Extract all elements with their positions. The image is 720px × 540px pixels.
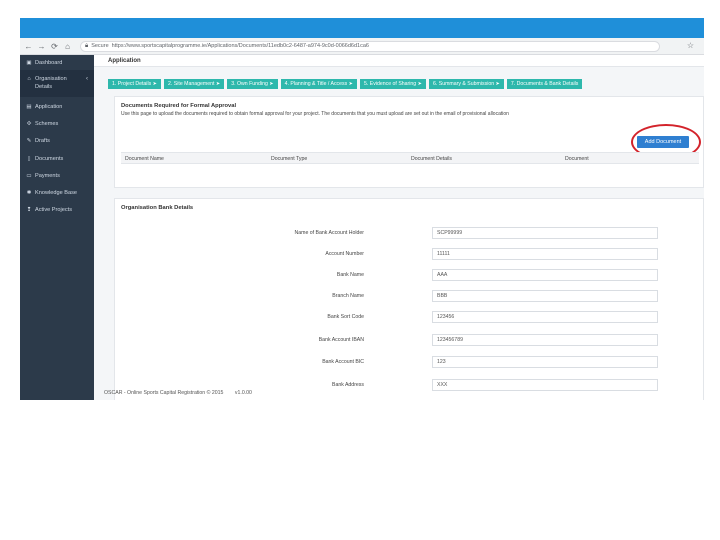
- footer-version: v1.0.00: [234, 390, 252, 396]
- account-holder-field[interactable]: SCP99999: [432, 227, 658, 239]
- form-row-branch-name: Branch Name BBB: [94, 290, 704, 302]
- sidebar-item-active-projects[interactable]: ❢ Active Projects: [20, 204, 94, 217]
- sidebar: ▣ Dashboard ⌂ Organisation Details ‹ ▤ A…: [20, 55, 94, 400]
- drafts-icon: ✎: [26, 138, 32, 145]
- form-row-sort-code: Bank Sort Code 123456: [94, 311, 704, 323]
- sidebar-item-documents[interactable]: ▯ Documents: [20, 153, 94, 166]
- sidebar-item-label: Knowledge Base: [35, 190, 77, 197]
- documents-table-header: Document Name Document Type Document Det…: [121, 152, 699, 164]
- account-number-field[interactable]: 11111: [432, 248, 658, 260]
- documents-description: Use this page to upload the documents re…: [121, 111, 509, 117]
- column-document: Document: [565, 156, 589, 162]
- secure-label: Secure: [91, 43, 109, 49]
- active-projects-icon: ❢: [26, 207, 32, 214]
- tab-own-funding[interactable]: 3. Own Funding ➤: [227, 79, 278, 89]
- field-label: Name of Bank Account Holder: [294, 230, 365, 236]
- sidebar-item-organisation-details[interactable]: ⌂ Organisation Details ‹: [20, 70, 94, 97]
- bank-name-field[interactable]: AAA: [432, 269, 658, 281]
- star-icon[interactable]: ☆: [687, 41, 694, 50]
- sidebar-item-label: Payments: [35, 172, 60, 179]
- sidebar-item-payments[interactable]: ▭ Payments: [20, 170, 94, 183]
- tab-project-details[interactable]: 1. Project Details ➤: [108, 79, 161, 89]
- form-row-bank-name: Bank Name AAA: [94, 269, 704, 281]
- sidebar-item-schemes[interactable]: ✣ Schemes: [20, 118, 94, 131]
- field-label: Bank Account IBAN: [318, 337, 364, 343]
- back-arrow-icon[interactable]: ←: [24, 42, 33, 51]
- lock-icon: 🔒︎: [85, 42, 89, 49]
- tab-summary-submission[interactable]: 6. Summary & Submission ➤: [429, 79, 504, 89]
- sidebar-item-knowledge-base[interactable]: ✱ Knowledge Base: [20, 187, 94, 200]
- sidebar-item-dashboard[interactable]: ▣ Dashboard: [20, 57, 94, 70]
- column-document-type: Document Type: [271, 156, 308, 162]
- title-band: [20, 18, 704, 38]
- tab-planning-title-access[interactable]: 4. Planning & Title / Access ➤: [280, 79, 357, 89]
- tab-evidence-of-sharing[interactable]: 5. Evidence of Sharing ➤: [360, 79, 426, 89]
- sidebar-item-drafts[interactable]: ✎ Drafts: [20, 135, 94, 148]
- payments-icon: ▭: [26, 172, 32, 179]
- form-row-iban: Bank Account IBAN 123456789: [94, 334, 704, 346]
- sidebar-item-label: Documents: [35, 155, 64, 162]
- schemes-icon: ✣: [26, 121, 32, 128]
- sidebar-item-application[interactable]: ▤ Application: [20, 101, 94, 114]
- main-content: Application 1. Project Details ➤ 2. Site…: [94, 55, 704, 400]
- dashboard-icon: ▣: [26, 60, 32, 66]
- field-label: Bank Name: [336, 272, 364, 278]
- column-document-name: Document Name: [125, 156, 164, 162]
- browser-window: ← → ⟳ ⌂ 🔒︎ Secure https://www.sportscapi…: [20, 38, 704, 400]
- knowledge-base-icon: ✱: [26, 190, 32, 197]
- documents-title: Documents Required for Formal Approval: [121, 103, 237, 109]
- iban-field[interactable]: 123456789: [432, 334, 658, 346]
- sidebar-item-label: Schemes: [35, 121, 59, 128]
- form-row-account-number: Account Number 11111: [94, 248, 704, 260]
- tab-site-management[interactable]: 2. Site Management ➤: [164, 79, 225, 89]
- form-row-bic: Bank Account BIC 123: [94, 356, 704, 368]
- bank-details-title: Organisation Bank Details: [121, 205, 194, 211]
- documents-panel: Documents Required for Formal Approval U…: [114, 96, 704, 188]
- field-label: Bank Sort Code: [327, 314, 364, 320]
- page-title: Application: [94, 55, 704, 67]
- url-text: https://www.sportscapitalprogramme.ie/Ap…: [111, 43, 369, 49]
- application-icon: ▤: [26, 103, 32, 110]
- browser-toolbar: ← → ⟳ ⌂ 🔒︎ Secure https://www.sportscapi…: [20, 38, 704, 55]
- bic-field[interactable]: 123: [432, 356, 658, 368]
- column-document-details: Document Details: [411, 156, 452, 162]
- sidebar-item-label: Drafts: [35, 138, 50, 145]
- sidebar-item-label: Dashboard: [35, 60, 63, 66]
- chevron-left-icon: ‹: [86, 76, 88, 83]
- tab-documents-bank-details[interactable]: 7. Documents & Bank Details: [506, 79, 583, 89]
- field-label: Bank Account BIC: [322, 359, 364, 365]
- sidebar-item-label: Active Projects: [35, 207, 72, 214]
- reload-icon[interactable]: ⟳: [50, 42, 59, 51]
- forward-arrow-icon[interactable]: →: [37, 42, 46, 51]
- field-label: Branch Name: [332, 293, 364, 299]
- sidebar-item-label: Application: [35, 103, 63, 110]
- branch-name-field[interactable]: BBB: [432, 290, 658, 302]
- field-label: Bank Address: [331, 382, 364, 388]
- footer-text: OSCAR - Online Sports Capital Registrati…: [104, 390, 224, 396]
- field-label: Account Number: [325, 251, 364, 257]
- form-row-account-holder: Name of Bank Account Holder SCP99999: [94, 227, 704, 239]
- footer: OSCAR - Online Sports Capital Registrati…: [104, 390, 252, 396]
- home-icon[interactable]: ⌂: [63, 42, 72, 51]
- bank-address-field[interactable]: XXX: [432, 379, 658, 391]
- address-bar[interactable]: 🔒︎ Secure https://www.sportscapitalprogr…: [80, 40, 660, 52]
- documents-icon: ▯: [27, 155, 31, 162]
- sort-code-field[interactable]: 123456: [432, 311, 658, 323]
- step-tabs: 1. Project Details ➤ 2. Site Management …: [108, 79, 583, 89]
- organisation-icon: ⌂: [27, 76, 31, 83]
- sidebar-item-label: Organisation Details: [35, 76, 67, 90]
